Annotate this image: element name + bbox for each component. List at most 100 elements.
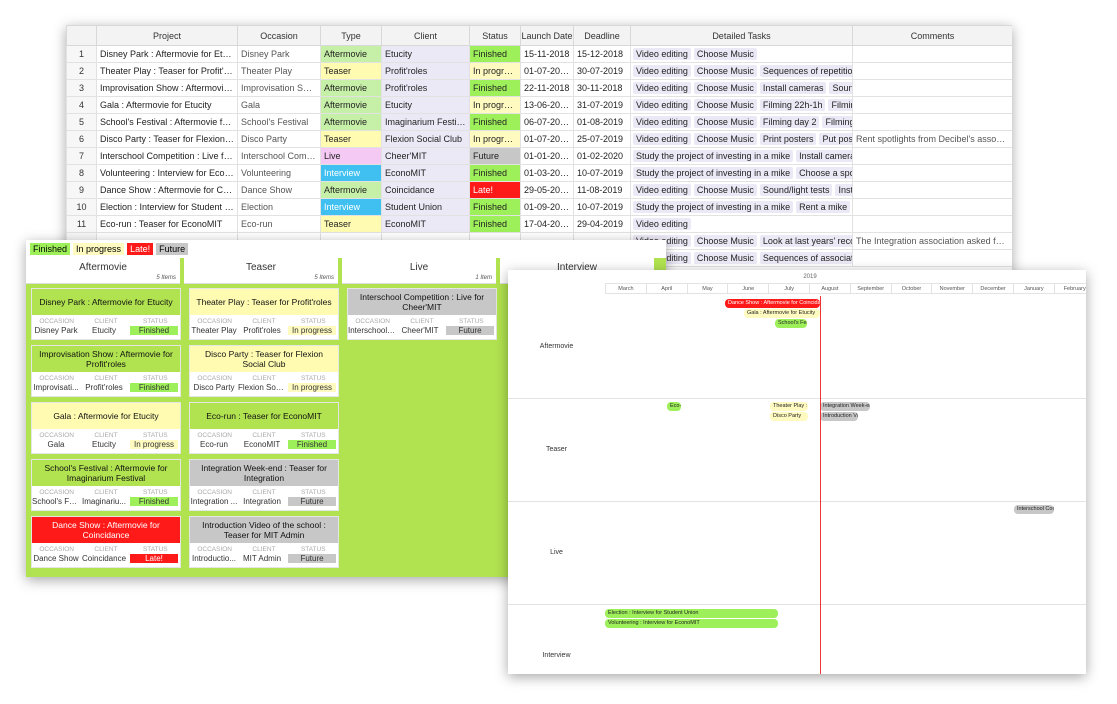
tasks-cell[interactable]: Study the project of investing in a mike… [630, 164, 853, 182]
type-cell[interactable]: Aftermovie [320, 79, 382, 97]
launch-date-cell[interactable]: 01-07-2019 [520, 62, 574, 80]
table-row[interactable]: 7 Interschool Competition : Live for C...… [66, 147, 1012, 165]
task-tag[interactable]: Choose Music [693, 82, 757, 94]
deadline-cell[interactable]: 01-08-2019 [573, 113, 631, 131]
comment-cell[interactable] [852, 249, 1012, 267]
task-tag[interactable]: Choose Music [693, 48, 757, 60]
task-tag[interactable]: Choose Music [693, 65, 757, 77]
occasion-cell[interactable]: Eco-run [237, 215, 321, 233]
client-cell[interactable]: Etucity [381, 96, 470, 114]
client-cell[interactable]: Cheer'MIT [381, 147, 470, 165]
type-cell[interactable]: Teaser [320, 215, 382, 233]
task-tag[interactable]: Look at last years' records [759, 235, 852, 247]
kanban-card[interactable]: School's Festival : Aftermovie for Imagi… [31, 459, 181, 511]
column-header[interactable]: Occasion [237, 25, 321, 46]
task-tag[interactable]: Filming day 2 [759, 116, 820, 128]
project-cell[interactable]: Disco Party : Teaser for Flexion Soci... [96, 130, 238, 148]
client-cell[interactable]: Student Union [381, 198, 470, 216]
tasks-cell[interactable]: Study the project of investing in a mike… [630, 147, 853, 165]
kanban-card[interactable]: Theater Play : Teaser for Profit'roles OC… [189, 288, 339, 340]
timeline-bar[interactable]: Volunteering : Interview for EconoMIT [605, 619, 778, 628]
table-row[interactable]: 5 School's Festival : Aftermovie for I...… [66, 113, 1012, 131]
timeline-bar[interactable]: School's Festival [775, 319, 807, 328]
kanban-card[interactable]: Integration Week-end : Teaser for Integr… [189, 459, 339, 511]
project-cell[interactable]: Dance Show : Aftermovie for Coinci... [96, 181, 238, 199]
column-header[interactable] [66, 25, 97, 46]
task-tag[interactable]: Study the project of investing in a mike [633, 167, 794, 179]
timeline-bar[interactable]: Election : Interview for Student Union [605, 609, 778, 618]
tasks-cell[interactable]: Video editing Choose Music Install cameras… [630, 79, 853, 97]
kanban-card[interactable]: Interschool Competition : Live for Cheer… [347, 288, 497, 340]
comment-cell[interactable] [852, 181, 1012, 199]
task-tag[interactable]: Put posters i [819, 133, 852, 145]
table-row[interactable]: 8 Volunteering : Interview for Econo... Vo… [66, 164, 1012, 182]
comment-cell[interactable] [852, 45, 1012, 63]
task-tag[interactable]: Choose a spot for fi [796, 167, 852, 179]
client-cell[interactable]: Profit'roles [381, 62, 470, 80]
comment-cell[interactable]: Rent spotlights from Decibel's associati… [852, 130, 1012, 148]
column-header[interactable]: Type [320, 25, 382, 46]
launch-date-cell[interactable]: 15-11-2018 [520, 45, 574, 63]
type-cell[interactable]: Interview [320, 198, 382, 216]
type-cell[interactable]: Teaser [320, 130, 382, 148]
kanban-card[interactable]: Improvisation Show : Aftermovie for Prof… [31, 345, 181, 397]
launch-date-cell[interactable]: 01-01-2020 [520, 147, 574, 165]
comment-cell[interactable] [852, 198, 1012, 216]
table-row[interactable]: 4 Gala : Aftermovie for Etucity Gala Afterm… [66, 96, 1012, 114]
task-tag[interactable]: Sequences of associative act [759, 252, 852, 264]
task-tag[interactable]: Video editing [633, 82, 691, 94]
occasion-cell[interactable]: Election [237, 198, 321, 216]
task-tag[interactable]: Sequences of repetitions [759, 65, 852, 77]
status-cell[interactable]: Future [469, 147, 521, 165]
column-header[interactable]: Project [96, 25, 238, 46]
deadline-cell[interactable]: 01-02-2020 [573, 147, 631, 165]
type-cell[interactable]: Live [320, 147, 382, 165]
occasion-cell[interactable]: Theater Play [237, 62, 321, 80]
launch-date-cell[interactable]: 01-09-2018 [520, 198, 574, 216]
timeline-bar[interactable]: Integration Week-end [820, 402, 870, 411]
project-cell[interactable]: Election : Interview for Student Un... [96, 198, 238, 216]
timeline-bar[interactable]: Introduction Video [820, 412, 858, 421]
timeline-bar[interactable]: Disco Party [770, 412, 808, 421]
kanban-card[interactable]: Dance Show : Aftermovie for Coincidance O… [31, 516, 181, 568]
status-cell[interactable]: Finished [469, 45, 521, 63]
tasks-cell[interactable]: Video editing Choose Music Filming day 2 Fi… [630, 113, 853, 131]
kanban-card[interactable]: Introduction Video of the school : Tease… [189, 516, 339, 568]
timeline-bar[interactable]: Dance Show : Aftermovie for Coincidance [725, 299, 820, 308]
launch-date-cell[interactable]: 22-11-2018 [520, 79, 574, 97]
occasion-cell[interactable]: Disco Party [237, 130, 321, 148]
tasks-cell[interactable]: Video editing Choose Music Sound/light tes… [630, 181, 853, 199]
tasks-cell[interactable]: Video editing Choose Music [630, 45, 853, 63]
tasks-cell[interactable]: Video editing [630, 215, 853, 233]
deadline-cell[interactable]: 10-07-2019 [573, 164, 631, 182]
task-tag[interactable]: Choose Music [693, 252, 757, 264]
launch-date-cell[interactable]: 01-07-2019 [520, 130, 574, 148]
task-tag[interactable]: Install cameras [759, 82, 827, 94]
task-tag[interactable]: Install ca [835, 184, 852, 196]
kanban-card[interactable]: Eco-run : Teaser for EconoMIT OCCASION CLI… [189, 402, 339, 454]
project-cell[interactable]: School's Festival : Aftermovie for I... [96, 113, 238, 131]
comment-cell[interactable] [852, 113, 1012, 131]
task-tag[interactable]: Video editing [633, 116, 691, 128]
occasion-cell[interactable]: Gala [237, 96, 321, 114]
task-tag[interactable]: Video editing [633, 48, 691, 60]
occasion-cell[interactable]: Dance Show [237, 181, 321, 199]
table-row[interactable]: 11 Eco-run : Teaser for EconoMIT Eco-run Te… [66, 215, 1012, 233]
timeline-bar[interactable]: Eco-run [667, 402, 681, 411]
tasks-cell[interactable]: Video editing Choose Music Sequences of re… [630, 62, 853, 80]
occasion-cell[interactable]: Improvisation Show [237, 79, 321, 97]
project-cell[interactable]: Gala : Aftermovie for Etucity [96, 96, 238, 114]
project-cell[interactable]: Improvisation Show : Aftermovie fo... [96, 79, 238, 97]
status-cell[interactable]: In progress [469, 130, 521, 148]
deadline-cell[interactable]: 11-08-2019 [573, 181, 631, 199]
launch-date-cell[interactable]: 29-05-2019 [520, 181, 574, 199]
column-header[interactable]: Detailed Tasks [630, 25, 853, 46]
status-cell[interactable]: In progress [469, 96, 521, 114]
task-tag[interactable]: Choose Music [693, 235, 757, 247]
project-cell[interactable]: Volunteering : Interview for Econo... [96, 164, 238, 182]
column-header[interactable]: Client [381, 25, 470, 46]
column-header[interactable]: Deadline [573, 25, 631, 46]
task-tag[interactable]: Sound/light tests [759, 184, 833, 196]
timeline-bar[interactable]: Gala : Aftermovie for Etucity [744, 309, 820, 318]
task-tag[interactable]: Filming 20 [828, 99, 852, 111]
